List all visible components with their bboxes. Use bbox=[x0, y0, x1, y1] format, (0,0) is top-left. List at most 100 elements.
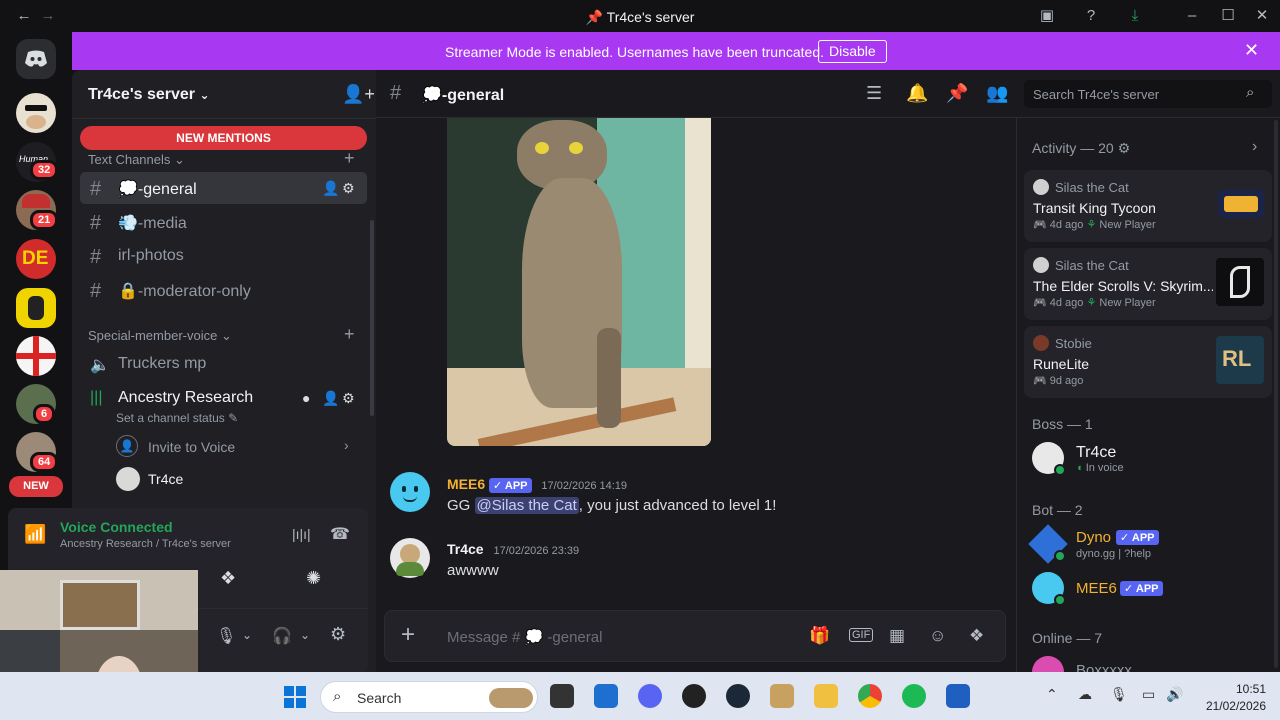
channel-general[interactable]: # 💭-general 👤 ⚙ bbox=[80, 172, 367, 204]
obs-icon[interactable] bbox=[682, 684, 706, 708]
member-row[interactable]: Boxxxxx bbox=[1030, 654, 1270, 672]
microphone-icon[interactable]: 🎙 bbox=[216, 626, 236, 646]
taskbar-search[interactable]: ⌕ Search bbox=[320, 681, 538, 713]
activity-header[interactable]: Activity — 20 ⚙ bbox=[1032, 140, 1130, 157]
voice-user-row[interactable]: Tr4ce bbox=[116, 466, 364, 492]
add-channel-icon[interactable]: + bbox=[344, 148, 355, 169]
activities-icon[interactable]: ❖ bbox=[220, 568, 236, 589]
message-author[interactable]: MEE6 bbox=[447, 476, 485, 492]
disconnect-icon[interactable]: ☎ bbox=[330, 524, 350, 544]
sticker-icon[interactable]: ▦ bbox=[889, 626, 905, 646]
activity-card[interactable]: Silas the Cat Transit King Tycoon 🎮 4d a… bbox=[1024, 170, 1272, 242]
windows-start-icon[interactable] bbox=[284, 686, 306, 708]
network-icon[interactable]: ▭ bbox=[1142, 686, 1155, 703]
activity-ago: 9d ago bbox=[1049, 375, 1084, 387]
plus-icon[interactable]: + bbox=[401, 621, 415, 649]
disable-button[interactable]: Disable bbox=[818, 40, 887, 63]
voice-channel-truckers[interactable]: 🔈 Truckers mp bbox=[80, 348, 367, 380]
bell-icon[interactable]: 🔔 bbox=[906, 83, 928, 104]
category-voice[interactable]: Special-member-voice ⌄ bbox=[88, 328, 232, 344]
activity-tag: New Player bbox=[1099, 219, 1156, 231]
user-mention[interactable]: @Silas the Cat bbox=[474, 497, 579, 514]
member-row[interactable]: Tr4ce ◖ In voice bbox=[1030, 440, 1270, 480]
task-view-icon[interactable] bbox=[550, 684, 574, 708]
category-text-channels[interactable]: Text Channels ⌄ bbox=[88, 152, 185, 168]
server-icon-4[interactable]: DE bbox=[16, 239, 56, 279]
outlook-icon[interactable] bbox=[594, 684, 618, 708]
invite-to-voice[interactable]: 👤 Invite to Voice › bbox=[116, 434, 364, 460]
sprout-icon: ⚘ bbox=[1086, 297, 1097, 309]
chrome-icon[interactable] bbox=[858, 684, 882, 708]
activity-card[interactable]: Stobie RuneLite 🎮 9d ago RL bbox=[1024, 326, 1272, 398]
create-invite-icon[interactable]: 👤 bbox=[322, 180, 339, 197]
server-icon-5[interactable] bbox=[16, 288, 56, 328]
voice-active-icon: ||| bbox=[90, 389, 103, 406]
composer-placeholder[interactable]: Message # 💭 -general bbox=[447, 628, 602, 646]
invite-people-icon[interactable]: 👤+ bbox=[342, 84, 375, 105]
file-explorer-icon[interactable] bbox=[814, 684, 838, 708]
member-scrollbar[interactable] bbox=[1274, 120, 1278, 668]
headphones-icon[interactable]: 🎧 bbox=[272, 626, 292, 646]
message-composer[interactable]: + Message # 💭 -general 🎁 GIF ▦ ☺ ❖ bbox=[384, 610, 1006, 662]
voice-channel-ancestry[interactable]: ||| Ancestry Research ● 👤 ⚙ bbox=[80, 382, 367, 414]
server-icon-1[interactable] bbox=[16, 93, 56, 133]
chevron-down-icon[interactable]: ⌄ bbox=[300, 628, 310, 642]
apps-icon[interactable]: ❖ bbox=[969, 626, 984, 646]
chevron-right-icon[interactable]: › bbox=[1252, 138, 1257, 156]
game-launcher-icon[interactable] bbox=[770, 684, 794, 708]
pin-icon[interactable]: 📌 bbox=[946, 83, 968, 104]
user-settings-icon[interactable]: ⚙ bbox=[330, 624, 346, 645]
maximize-icon[interactable]: ☐ bbox=[1218, 6, 1238, 26]
gear-icon[interactable]: ⚙ bbox=[342, 180, 355, 197]
channel-media[interactable]: # 💨-media bbox=[80, 206, 367, 238]
message-author[interactable]: Tr4ce bbox=[447, 541, 484, 557]
chevron-up-icon[interactable]: ⌃ bbox=[1046, 686, 1058, 703]
cloud-icon[interactable]: ☁ bbox=[1078, 686, 1092, 703]
signal-icon[interactable]: 📶 bbox=[24, 524, 46, 545]
member-row[interactable]: MEE6 ✓ APP bbox=[1030, 570, 1270, 610]
help-icon[interactable]: ? bbox=[1081, 6, 1101, 26]
gif-icon[interactable]: GIF bbox=[849, 628, 874, 642]
channel-irl-photos[interactable]: # irl-photos bbox=[80, 240, 367, 272]
activity-card[interactable]: Silas the Cat The Elder Scrolls V: Skyri… bbox=[1024, 248, 1272, 320]
chat-bubble-icon[interactable]: ● bbox=[302, 390, 310, 406]
new-mentions-pill[interactable]: NEW MENTIONS bbox=[80, 126, 367, 150]
volume-icon[interactable]: 🔊 bbox=[1166, 686, 1183, 703]
download-icon[interactable]: ⤓ bbox=[1125, 6, 1145, 26]
create-invite-icon[interactable]: 👤 bbox=[322, 390, 339, 407]
chevron-down-icon[interactable]: ⌄ bbox=[242, 628, 252, 642]
emoji-icon[interactable]: ☺ bbox=[929, 626, 946, 646]
spotify-icon[interactable] bbox=[902, 684, 926, 708]
noise-suppression-icon[interactable]: |ı|ı| bbox=[292, 526, 311, 542]
channel-status[interactable]: Set a channel status ✎ bbox=[116, 411, 238, 425]
activity-user: Silas the Cat bbox=[1055, 180, 1129, 195]
server-icon-6[interactable] bbox=[16, 336, 56, 376]
member-row[interactable]: Dyno ✓ APP dyno.gg | ?help bbox=[1028, 524, 1270, 566]
threads-icon[interactable]: ☰ bbox=[866, 83, 882, 104]
microphone-icon[interactable]: 🎙 bbox=[1110, 686, 1128, 703]
voice-location[interactable]: Ancestry Research / Tr4ce's server bbox=[60, 538, 231, 550]
sidebar-scrollbar[interactable] bbox=[370, 220, 374, 416]
cat-photo[interactable] bbox=[447, 118, 711, 446]
steam-icon[interactable] bbox=[726, 684, 750, 708]
chevron-down-icon: ⌄ bbox=[174, 152, 185, 167]
avatar[interactable] bbox=[390, 538, 430, 578]
member-list-icon[interactable]: 👥 bbox=[986, 83, 1008, 104]
gear-icon[interactable]: ⚙ bbox=[342, 390, 355, 407]
channel-moderator-only[interactable]: # 🔒-moderator-only bbox=[80, 274, 367, 306]
gift-icon[interactable]: 🎁 bbox=[809, 626, 830, 646]
minimize-icon[interactable]: – bbox=[1182, 6, 1202, 26]
discord-home-icon[interactable] bbox=[16, 39, 56, 79]
soundboard-icon[interactable]: ✺ bbox=[306, 568, 321, 589]
inbox-icon[interactable]: ▣ bbox=[1037, 6, 1057, 26]
avatar[interactable] bbox=[390, 472, 430, 512]
word-icon[interactable] bbox=[946, 684, 970, 708]
clock[interactable]: 10:51 21/02/2026 bbox=[1196, 682, 1266, 713]
server-name-header[interactable]: Tr4ce's server ⌄ bbox=[88, 86, 210, 104]
discord-taskbar-icon[interactable] bbox=[638, 684, 662, 708]
close-window-icon[interactable]: ✕ bbox=[1252, 6, 1272, 26]
search-box[interactable]: Search Tr4ce's server ⌕ bbox=[1024, 80, 1272, 108]
close-banner-icon[interactable]: ✕ bbox=[1244, 40, 1259, 61]
add-channel-icon[interactable]: + bbox=[344, 324, 355, 345]
new-servers-pill[interactable]: NEW bbox=[9, 476, 63, 497]
